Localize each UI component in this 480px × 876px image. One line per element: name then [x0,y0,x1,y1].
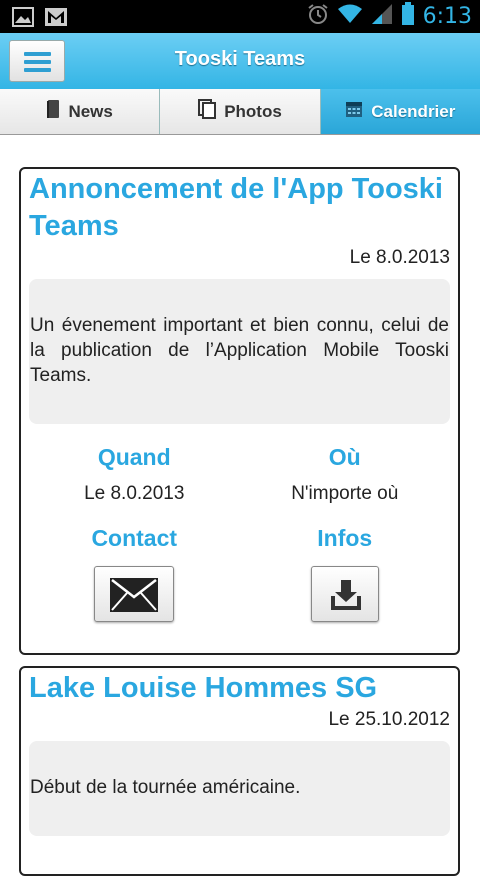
signal-icon [371,3,393,30]
battery-icon [401,2,415,31]
event-card: Annoncement de l'App Tooski Teams Le 8.0… [19,167,460,655]
contact-column: Contact [29,525,240,627]
tab-news[interactable]: News [0,89,161,134]
photos-icon [198,99,217,124]
book-icon [46,99,60,124]
where-label: Où [328,444,361,470]
tab-bar: News Photos Calendrier [0,89,480,135]
when-column: Quand Le 8.0.2013 [29,444,240,505]
tab-news-label: News [68,101,113,121]
event-date: Le 8.0.2013 [349,247,450,268]
gmail-icon [44,7,68,32]
clock-time: 6:13 [422,4,472,29]
infos-download-button[interactable] [310,566,379,622]
event-actions: Contact Infos [29,525,450,627]
where-column: Où N'importe où [240,444,451,505]
event-description: Début de la tournée américaine. [29,741,450,836]
tab-calendrier-label: Calendrier [371,101,456,121]
event-title: Annoncement de l'App Tooski Teams [29,173,443,242]
infos-label: Infos [317,525,373,551]
envelope-icon [109,577,159,618]
tab-calendrier[interactable]: Calendrier [320,89,480,134]
infos-column: Infos [240,525,451,627]
image-icon [12,7,34,32]
action-bar: Tooski Teams [0,33,480,90]
contact-button[interactable] [94,566,175,622]
status-bar: 6:13 [0,0,480,33]
event-description: Un évenement important et bien connu, ce… [29,279,450,424]
alarm-icon [307,3,329,30]
event-date: Le 25.10.2012 [328,709,450,730]
event-title: Lake Louise Hommes SG [29,672,378,704]
download-icon [329,578,363,617]
event-details: Quand Le 8.0.2013 Où N'importe où [29,444,450,505]
when-label: Quand [97,444,171,470]
calendar-icon [345,100,363,123]
tab-photos[interactable]: Photos [160,89,321,134]
contact-label: Contact [91,525,178,551]
when-value: Le 8.0.2013 [84,483,185,504]
app-title: Tooski Teams [174,48,306,70]
tab-photos-label: Photos [224,101,282,121]
event-card: Lake Louise Hommes SG Le 25.10.2012 Débu… [19,666,460,876]
where-value: N'importe où [291,483,399,504]
wifi-icon [337,4,363,29]
